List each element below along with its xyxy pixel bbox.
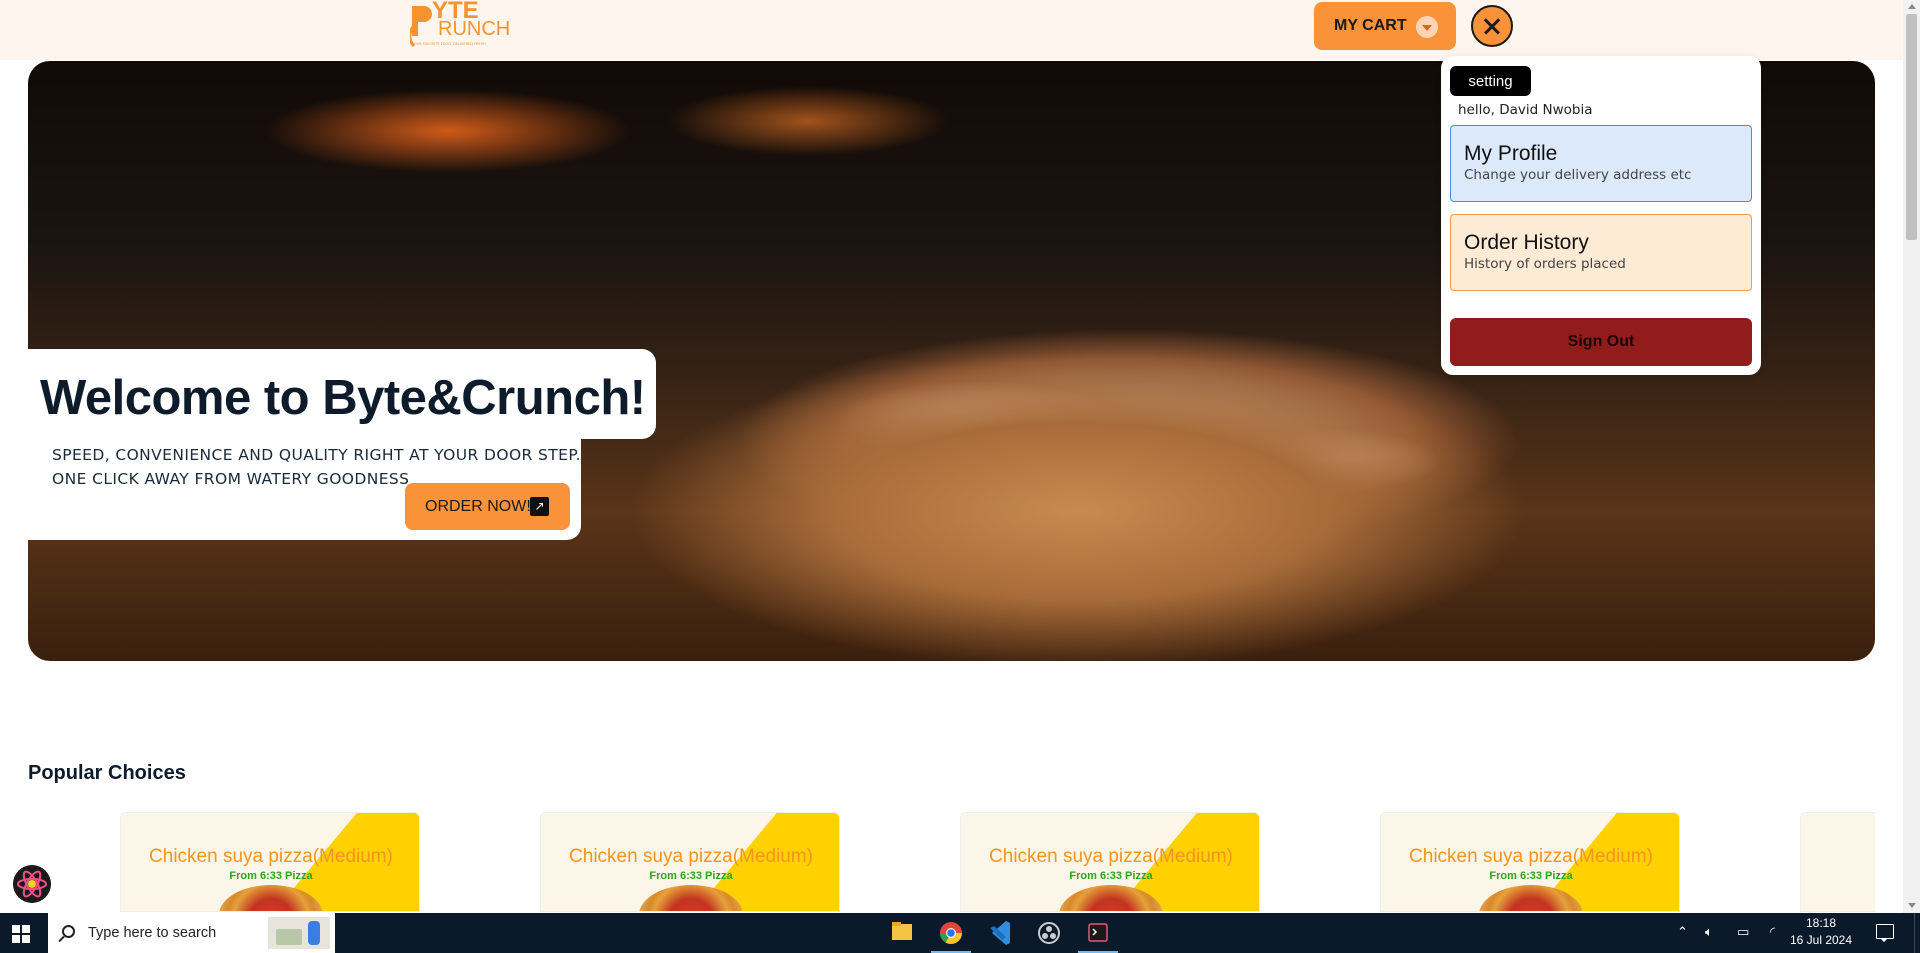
vscode-icon[interactable] <box>976 913 1024 953</box>
page-scrollbar[interactable] <box>1903 0 1920 913</box>
search-icon <box>62 925 75 938</box>
order-history-item[interactable]: Order History History of orders placed <box>1450 214 1752 291</box>
product-card[interactable]: Chicken suya pizza(Medium) From 6:33 Piz… <box>1380 812 1680 912</box>
close-menu-button[interactable] <box>1471 5 1513 47</box>
sign-out-button[interactable]: Sign Out <box>1450 318 1752 366</box>
product-name: Chicken suya pizza(Medium) <box>1409 846 1653 867</box>
product-price: From 6:33 Pizza <box>1489 870 1573 882</box>
top-nav: YTE RUNCH YOUR FAVORITE FOOD, DELIVERED … <box>0 0 1903 60</box>
product-name: Chicken suya pizza(Medium) <box>149 846 393 867</box>
popular-carousel[interactable]: Chicken suya pizza(Medium) From 6:33 Piz… <box>28 812 1875 912</box>
order-now-button[interactable]: ORDER NOW! ↗ <box>405 483 570 530</box>
pizza-image <box>1479 885 1583 911</box>
chevron-down-icon <box>1416 16 1438 38</box>
scroll-up-arrow-icon[interactable] <box>1908 4 1916 9</box>
clock-time: 18:18 <box>1805 916 1837 930</box>
user-greeting: hello, David Nwobia <box>1458 102 1593 118</box>
pizza-image <box>219 885 323 911</box>
obs-icon[interactable] <box>1025 913 1073 953</box>
terminal-icon[interactable] <box>1074 913 1122 953</box>
product-price: From 6:33 Pizza <box>229 870 313 882</box>
settings-tag: setting <box>1450 66 1531 96</box>
popular-choices-heading: Popular Choices <box>28 762 186 784</box>
order-now-label: ORDER NOW! <box>425 497 531 515</box>
product-card[interactable]: Chicken suya pizza(Medium) From 6:33 Piz… <box>540 812 840 912</box>
account-menu: setting hello, David Nwobia My Profile C… <box>1441 56 1761 375</box>
speaker-icon[interactable]: 🔈︎ <box>1705 925 1713 940</box>
show-desktop-button[interactable] <box>1914 913 1920 953</box>
brand-wordmark: YTE RUNCH <box>432 0 511 40</box>
hero-subtitle-line1: SPEED, CONVENIENCE AND QUALITY RIGHT AT … <box>52 446 582 464</box>
search-highlight-icon <box>268 917 330 949</box>
taskbar-search-placeholder: Type here to search <box>88 925 217 941</box>
notifications-icon[interactable] <box>1876 924 1894 942</box>
chrome-icon[interactable] <box>927 913 975 953</box>
brand-wordmark-line2: RUNCH <box>438 18 511 40</box>
order-history-title: Order History <box>1464 231 1589 254</box>
product-price: From 6:33 Pizza <box>1069 870 1153 882</box>
product-card[interactable]: Chicken suya pizza(Medium) From 6:33 Piz… <box>960 812 1260 912</box>
arrow-up-right-icon: ↗ <box>530 497 549 516</box>
tray-chevron-up-icon[interactable]: ⌃ <box>1677 925 1688 940</box>
order-history-subtitle: History of orders placed <box>1464 256 1626 272</box>
my-cart-label: MY CART <box>1334 17 1407 34</box>
windows-taskbar: Type here to search ⌃ 🔈︎ ▭ ◜ 18:18 16 Ju… <box>0 913 1920 953</box>
product-name: Chicken suya pizza(Medium) <box>989 846 1233 867</box>
pizza-image <box>1059 885 1163 911</box>
taskbar-search[interactable]: Type here to search <box>48 913 335 953</box>
product-name: Chicken suya pizza(Medium) <box>569 846 813 867</box>
wifi-icon[interactable]: ◜ <box>1770 925 1775 940</box>
react-devtools-icon[interactable] <box>12 864 52 904</box>
scroll-down-arrow-icon[interactable] <box>1908 903 1916 908</box>
brand-tagline: YOUR FAVORITE FOOD, DELIVERED FRESH <box>412 42 486 46</box>
product-card[interactable]: Chicken suya pizza(Medium) From 6:33 Piz… <box>120 812 420 912</box>
hero-title: Welcome to Byte&Crunch! <box>40 371 646 425</box>
windows-start-icon[interactable] <box>12 925 30 943</box>
file-explorer-icon[interactable] <box>878 913 926 953</box>
my-profile-title: My Profile <box>1464 142 1558 165</box>
product-price: From 6:33 Pizza <box>649 870 733 882</box>
scrollbar-thumb[interactable] <box>1906 14 1917 240</box>
my-profile-subtitle: Change your delivery address etc <box>1464 167 1692 183</box>
my-cart-button[interactable]: MY CART <box>1314 2 1456 50</box>
clock-date: 16 Jul 2024 <box>1789 933 1853 947</box>
product-card-partial[interactable] <box>1800 812 1875 912</box>
battery-icon[interactable]: ▭ <box>1737 925 1749 940</box>
pizza-image <box>639 885 743 911</box>
system-clock[interactable]: 18:18 16 Jul 2024 <box>1786 915 1856 949</box>
my-profile-item[interactable]: My Profile Change your delivery address … <box>1450 125 1752 202</box>
